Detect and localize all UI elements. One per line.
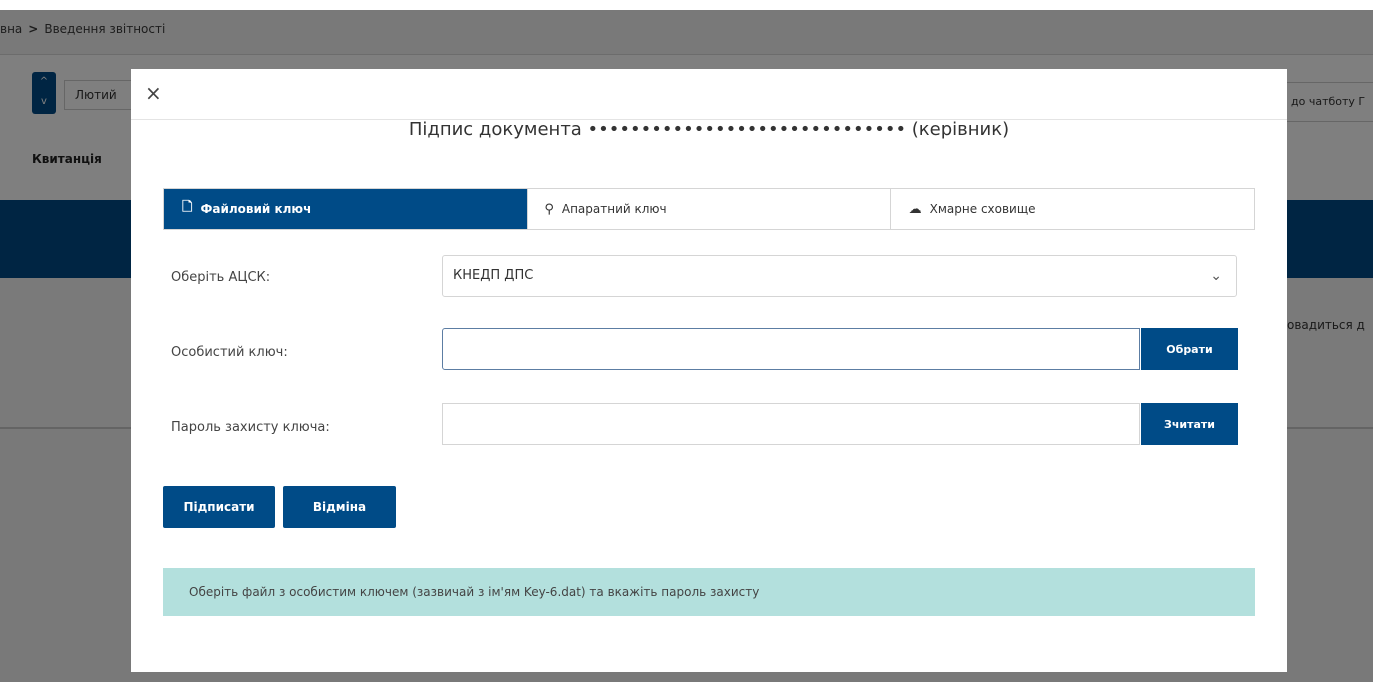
choose-file-button[interactable]: Обрати: [1141, 328, 1238, 370]
file-icon: 🗋: [182, 200, 193, 215]
acsk-select[interactable]: КНЕДП ДПС ⌄: [442, 255, 1237, 297]
tab-file-key[interactable]: 🗋 Файловий ключ: [164, 189, 528, 229]
modal-title: Підпис документа •••••••••••••••••••••••…: [408, 119, 1010, 140]
cloud-icon: ☁: [908, 201, 922, 217]
acsk-label: Оберіть АЦСК:: [171, 270, 271, 285]
tab-cloud-storage-label: Хмарне сховище: [929, 202, 1036, 216]
private-key-label: Особистий ключ:: [171, 345, 288, 360]
read-key-button[interactable]: Зчитати: [1141, 403, 1238, 445]
private-key-input[interactable]: [442, 328, 1140, 370]
top-strip: [0, 0, 1373, 10]
info-message: Оберіть файл з особистим ключем (зазвича…: [163, 568, 1255, 616]
chevron-down-icon: ⌄: [1210, 268, 1222, 284]
tab-hardware-key[interactable]: ⚲ Апаратний ключ: [527, 189, 889, 229]
tab-file-key-label: Файловий ключ: [200, 202, 312, 216]
password-input[interactable]: [442, 403, 1140, 445]
tab-hardware-key-label: Апаратний ключ: [561, 202, 667, 216]
tab-cloud-storage[interactable]: ☁ Хмарне сховище: [889, 189, 1254, 229]
sign-document-modal: × Підпис документа •••••••••••••••••••••…: [131, 69, 1287, 672]
cancel-button[interactable]: Відміна: [283, 486, 396, 528]
acsk-select-value: КНЕДП ДПС: [453, 268, 534, 283]
search-key-icon: ⚲: [544, 201, 554, 217]
close-icon[interactable]: ×: [145, 83, 162, 103]
password-label: Пароль захисту ключа:: [171, 420, 330, 435]
key-type-tabs: 🗋 Файловий ключ ⚲ Апаратний ключ ☁ Хмарн…: [163, 188, 1255, 230]
sign-button[interactable]: Підписати: [163, 486, 275, 528]
